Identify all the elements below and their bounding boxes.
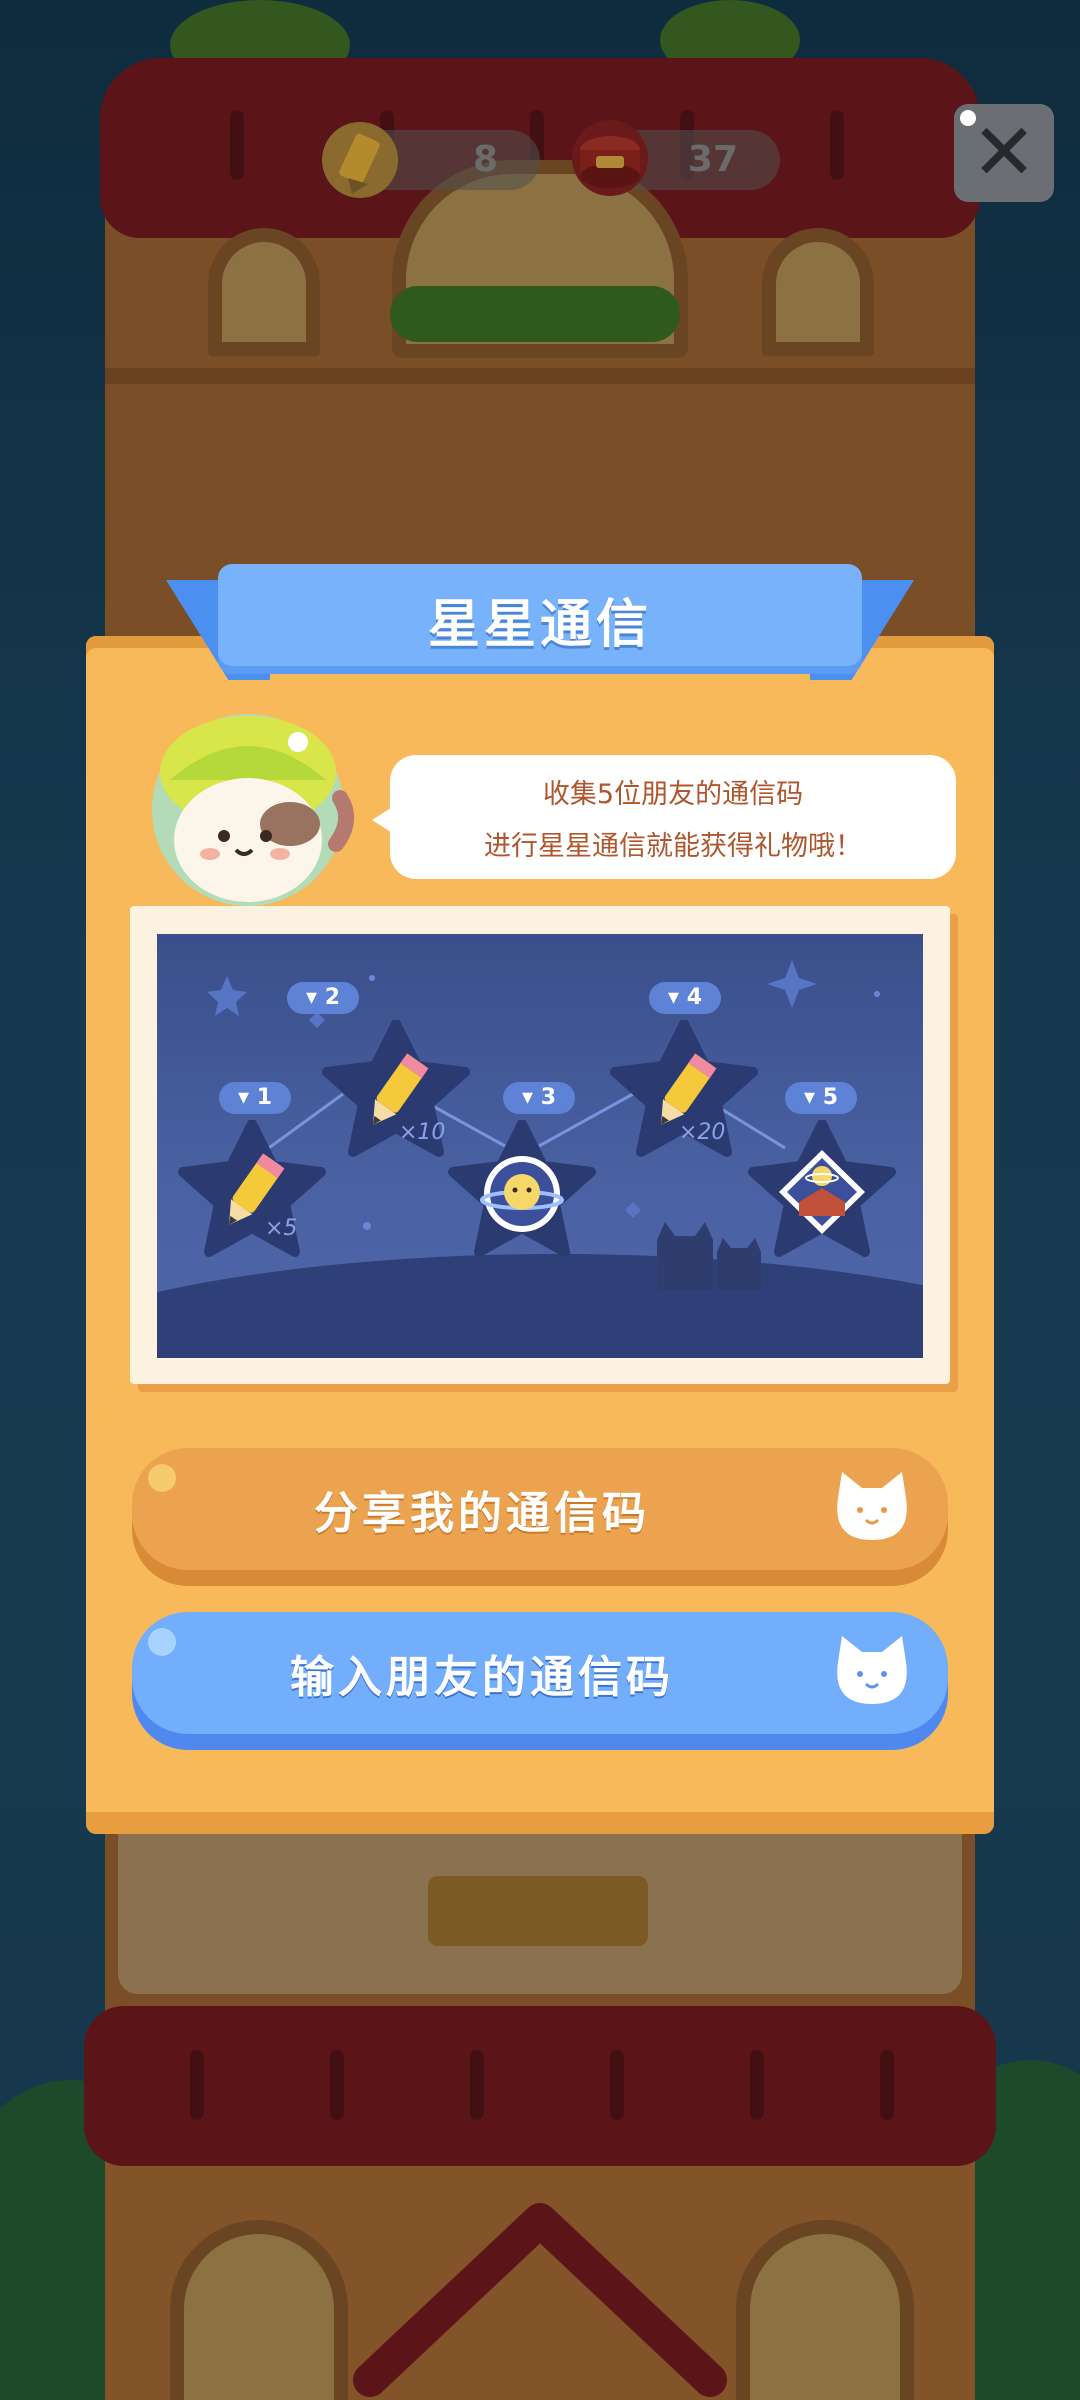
speech-bubble: 收集5位朋友的通信码 进行星星通信就能获得礼物哦！ [390,755,956,879]
window [736,2220,914,2400]
star-node-3[interactable] [447,1120,597,1260]
cat-icon: ▾ [803,1085,816,1110]
reward-multiplier-1: ×5 [265,1216,298,1241]
astronaut-cat-mascot [152,714,354,906]
cat-icon: ▾ [521,1085,534,1110]
pencil-icon [322,122,398,198]
table [428,1876,648,1946]
planter [390,286,680,342]
cat-icon: ▾ [237,1085,250,1110]
node-tag-1: ▾ 1 [219,1082,291,1114]
share-button-label: 分享我的通信码 [314,1488,650,1539]
cat-icon: ▾ [305,985,318,1010]
highlight-dot [960,110,976,126]
cat-food-can-icon [572,120,648,196]
bubble-line-1: 收集5位朋友的通信码 [542,779,804,810]
roof-ridge [353,2203,727,2397]
dialog-shadow [86,1812,994,1834]
reward-multiplier-4: ×20 [679,1120,726,1145]
star-map-panel: ▾ 1 ×5 ▾ 2 ×10 ▾ 3 ▾ 4 ×20 ▾ 5 [157,934,923,1358]
cat-icon: ▾ [667,985,680,1010]
bubble-line-2: 进行星星通信就能获得礼物哦！ [484,831,862,862]
reward-multiplier-2: ×10 [399,1120,446,1145]
node-tag-4: ▾ 4 [649,982,721,1014]
roof-bottom [84,2006,996,2166]
dialog-title: 星星通信 [427,594,652,655]
title-ribbon: 星星通信 [218,564,862,674]
cat-face-icon [837,1636,907,1704]
can-count: 37 [687,139,738,180]
star-node-1[interactable] [177,1120,327,1260]
close-icon: ✕ [971,108,1037,198]
node-tag-5: ▾ 5 [785,1082,857,1114]
node-tag-3: ▾ 3 [503,1082,575,1114]
star-node-5[interactable] [747,1120,897,1260]
close-button[interactable]: ✕ [954,104,1054,202]
cat-face-icon [837,1472,907,1540]
enter-button-label: 输入朋友的通信码 [290,1652,674,1703]
window [762,228,874,356]
node-tag-2: ▾ 2 [287,982,359,1014]
window [170,2220,348,2400]
pencil-count: 8 [472,139,498,180]
share-my-code-button[interactable]: 分享我的通信码 [132,1448,948,1586]
floor-band [105,368,975,384]
enter-friend-code-button[interactable]: 输入朋友的通信码 [132,1612,948,1750]
window [208,228,320,356]
